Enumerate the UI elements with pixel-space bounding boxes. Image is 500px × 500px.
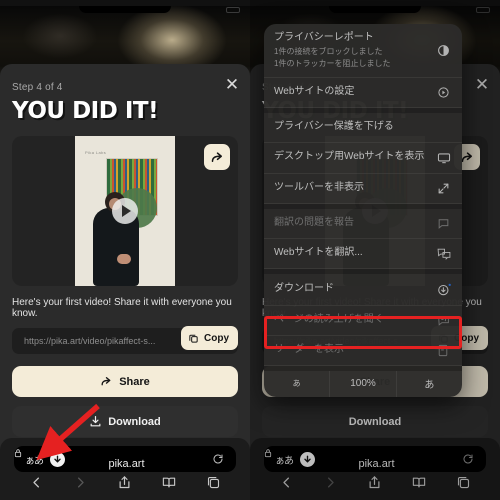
report-translation-icon xyxy=(437,217,452,230)
device-notch-2 xyxy=(329,6,421,13)
copy-button-label: Copy xyxy=(204,332,229,344)
share-arrow-icon xyxy=(100,375,113,388)
person-hand xyxy=(117,254,131,264)
reader-icon xyxy=(437,344,452,357)
red-arrow-annotation xyxy=(36,403,100,461)
back-button-2[interactable] xyxy=(279,475,294,490)
play-icon[interactable] xyxy=(112,198,138,224)
menu-item-label: リーダーを表示 xyxy=(274,343,344,355)
menu-item-lower-privacy-protection[interactable]: プライバシー保護を下げる xyxy=(264,113,462,143)
battery-icon xyxy=(226,7,240,13)
menu-item-label: Webサイトの設定 xyxy=(274,85,355,97)
menu-item-label: ダウンロード xyxy=(274,282,334,294)
host-label: pika.art xyxy=(108,458,145,470)
menu-item-request-desktop-site[interactable]: デスクトップ用Webサイトを表示 xyxy=(264,143,462,174)
download-button-label-2: Download xyxy=(348,415,402,428)
privacy-report-icon xyxy=(437,44,452,57)
safari-format-menu: プライバシーレポート 1件の接続をブロックしました 1件のトラッカーを阻止しまし… xyxy=(264,24,462,397)
device-notch xyxy=(79,6,171,13)
forward-button[interactable] xyxy=(73,475,88,490)
menu-item-label: 翻訳の問題を報告 xyxy=(274,216,354,228)
host-label-2: pika.art xyxy=(358,458,395,470)
share-up-icon-2[interactable] xyxy=(367,475,382,490)
download-arrow-icon-2[interactable] xyxy=(300,451,315,467)
share-button[interactable]: Share xyxy=(12,366,238,397)
menu-item-hide-toolbar[interactable]: ツールバーを非表示 xyxy=(264,174,462,204)
lock-icon-2 xyxy=(264,448,486,458)
back-button[interactable] xyxy=(29,475,44,490)
menu-item-label: ページの読み上げを聞く xyxy=(274,313,384,325)
browser-toolbar-2 xyxy=(250,470,500,494)
video-watermark: Pika Labs xyxy=(85,150,107,155)
page-title: YOU DID IT! xyxy=(12,98,159,124)
menu-item-label: ツールバーを非表示 xyxy=(274,181,364,193)
menu-item-label: デスクトップ用Webサイトを表示 xyxy=(274,151,425,163)
downloads-icon xyxy=(437,282,452,297)
hide-toolbar-icon xyxy=(437,182,452,195)
close-icon-2[interactable]: ✕ xyxy=(474,76,490,93)
tabs-icon-2[interactable] xyxy=(456,475,471,490)
menu-item-downloads[interactable]: ダウンロード xyxy=(264,274,462,306)
share-url-row: https://pika.art/video/pikaffect-s... Co… xyxy=(12,326,238,354)
privacy-report-sub-1: 1件の接続をブロックしました xyxy=(274,46,383,56)
copy-button[interactable]: Copy xyxy=(181,326,238,350)
phone-screenshot-right: ✕ Step 4 of 4 YOU DID IT! Here' xyxy=(250,0,500,500)
share-button-label: Share xyxy=(119,375,150,388)
desktop-icon xyxy=(437,151,452,165)
reload-icon-2[interactable] xyxy=(462,453,474,465)
menu-item-report-translation-issue[interactable]: 翻訳の問題を報告 xyxy=(264,209,462,239)
browser-toolbar xyxy=(0,470,250,494)
text-size-button-2[interactable]: ぁあ xyxy=(275,452,294,467)
translate-icon xyxy=(437,247,452,260)
download-button-2[interactable]: Download xyxy=(262,406,488,437)
website-settings-icon xyxy=(437,86,452,99)
zoom-increase-button[interactable]: あ xyxy=(397,371,462,397)
menu-item-show-reader[interactable]: リーダーを表示 xyxy=(264,336,462,366)
close-icon[interactable]: ✕ xyxy=(224,76,240,93)
menu-item-label: プライバシー保護を下げる xyxy=(274,120,394,132)
reload-icon[interactable] xyxy=(212,453,224,465)
tabs-icon[interactable] xyxy=(206,475,221,490)
zoom-decrease-button[interactable]: あ xyxy=(264,370,331,397)
browser-bottom-bar-2: ぁあ pika.art xyxy=(250,438,500,500)
zoom-control-row: あ 100% あ xyxy=(264,370,462,397)
download-button-label: Download xyxy=(108,415,161,428)
address-bar-2[interactable]: ぁあ pika.art xyxy=(264,446,486,472)
menu-item-privacy-report[interactable]: プライバシーレポート 1件の接続をブロックしました 1件のトラッカーを阻止しまし… xyxy=(264,24,462,78)
caption-text: Here's your first video! Share it with e… xyxy=(12,297,232,319)
share-up-icon[interactable] xyxy=(117,475,132,490)
address-bar-host-2[interactable]: pika.art xyxy=(264,448,486,470)
screenshot-canvas: ✕ Step 4 of 4 YOU DID IT! Pika Labs Here… xyxy=(0,0,500,500)
bookmarks-icon-2[interactable] xyxy=(411,475,427,490)
privacy-report-sub-2: 1件のトラッカーを阻止しました xyxy=(274,58,391,68)
menu-item-translate-website[interactable]: Webサイトを翻訳... xyxy=(264,239,462,269)
menu-item-website-settings[interactable]: Webサイトの設定 xyxy=(264,78,462,108)
share-icon[interactable] xyxy=(204,144,230,170)
bookmarks-icon[interactable] xyxy=(161,475,177,490)
menu-item-label: Webサイトを翻訳... xyxy=(274,246,363,258)
speak-page-icon xyxy=(437,314,452,327)
video-preview-card[interactable]: Pika Labs xyxy=(12,136,238,286)
battery-icon-2 xyxy=(476,7,490,13)
zoom-level-label[interactable]: 100% xyxy=(330,370,397,397)
menu-item-listen-to-page[interactable]: ページの読み上げを聞く xyxy=(264,306,462,336)
forward-button-2[interactable] xyxy=(323,475,338,490)
step-label: Step 4 of 4 xyxy=(12,82,63,93)
copy-icon xyxy=(188,333,199,344)
menu-item-label: プライバシーレポート xyxy=(274,32,374,43)
